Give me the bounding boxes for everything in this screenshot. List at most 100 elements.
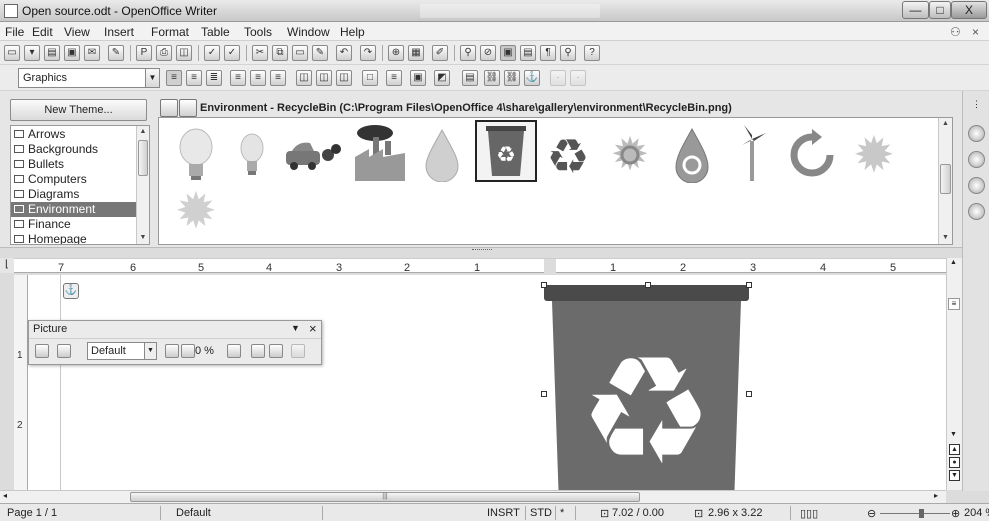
gallery-item-recycle-arrows[interactable]: ♻ <box>537 124 599 186</box>
close-button[interactable]: X <box>951 1 987 19</box>
navigator-dock-icon[interactable] <box>968 203 985 220</box>
next-page-icon[interactable]: ▼ <box>949 470 960 481</box>
align-center-icon[interactable]: ≡ <box>250 70 266 86</box>
gallery-dock-icon[interactable] <box>968 177 985 194</box>
gallery-item-car-exhaust[interactable] <box>281 124 343 186</box>
page-style[interactable]: Default <box>176 507 211 519</box>
vertical-ruler[interactable]: 1 2 <box>14 275 28 490</box>
app-icon[interactable] <box>4 4 18 18</box>
gallery-item-sun-gear[interactable]: ✹ <box>599 124 661 186</box>
templates-icon[interactable]: ▾ <box>24 45 40 61</box>
menu-window[interactable]: Window <box>287 25 330 39</box>
dock-menu-icon[interactable]: ⋮ <box>972 99 981 110</box>
transparency-icon[interactable] <box>181 344 195 358</box>
theme-item-backgrounds[interactable]: Backgrounds <box>14 142 134 157</box>
document-horizontal-scrollbar[interactable]: ◂ ||| ▸ <box>0 490 946 503</box>
borders-icon[interactable]: □ <box>362 70 378 86</box>
show-draw-functions-icon[interactable]: ✐ <box>432 45 448 61</box>
find-replace-icon[interactable]: ⚲ <box>460 45 476 61</box>
gallery-splitter[interactable] <box>472 249 492 250</box>
gallery-grid[interactable]: ♻ ♻ ✹ ✹ ✹ ▲ ▼ <box>158 117 953 245</box>
document-modified[interactable]: * <box>560 507 564 519</box>
to-background-icon[interactable]: · <box>570 70 586 86</box>
export-pdf-icon[interactable]: P <box>136 45 152 61</box>
anchor-marker-icon[interactable]: ⚓ <box>63 283 79 299</box>
color-icon[interactable] <box>165 344 179 358</box>
flip-vertical-icon[interactable] <box>251 344 265 358</box>
graphics-mode-combo[interactable]: Default ▼ <box>87 342 157 360</box>
print-icon[interactable]: ⎙ <box>156 45 172 61</box>
spin-button[interactable] <box>227 344 241 358</box>
theme-item-finance[interactable]: Finance <box>14 217 134 232</box>
scroll-left-icon[interactable]: ◂ <box>3 491 7 500</box>
minimize-button[interactable]: — <box>902 1 929 19</box>
zoom-in-icon[interactable]: ⊕ <box>951 507 960 520</box>
gallery-icon[interactable]: ▣ <box>500 45 516 61</box>
theme-item-environment[interactable]: Environment <box>11 202 138 217</box>
resize-handle[interactable] <box>541 282 547 288</box>
menu-tools[interactable]: Tools <box>244 25 272 39</box>
anchor-page-icon[interactable]: ◫ <box>296 70 312 86</box>
gallery-item-light-bulb[interactable] <box>165 124 227 186</box>
scroll-up-icon[interactable]: ▲ <box>939 118 952 130</box>
close-document-button[interactable]: × <box>972 25 979 39</box>
anchor-paragraph-icon[interactable]: ◫ <box>316 70 332 86</box>
save-icon[interactable]: ▣ <box>64 45 80 61</box>
recycle-bin-image[interactable]: ♻ <box>544 285 749 490</box>
horizontal-ruler[interactable]: 7 6 5 4 3 2 1 1 2 3 4 5 <box>14 258 960 274</box>
new-document-icon[interactable]: ▭ <box>4 45 20 61</box>
zoom-slider-knob[interactable] <box>919 509 924 518</box>
menu-insert[interactable]: Insert <box>104 25 134 39</box>
autospellcheck-icon[interactable]: ✓ <box>224 45 240 61</box>
link-frames-icon[interactable]: ⛓ <box>484 70 500 86</box>
previous-page-icon[interactable]: ▲ <box>949 444 960 455</box>
navigation-icon[interactable]: ● <box>949 457 960 468</box>
tab-stop-selector[interactable]: ⌊ <box>0 258 14 273</box>
wrap-off-icon[interactable]: ≡ <box>166 70 182 86</box>
insert-mode[interactable]: INSRT <box>487 507 520 519</box>
redo-icon[interactable]: ↷ <box>360 45 376 61</box>
theme-item-computers[interactable]: Computers <box>14 172 134 187</box>
graphics-mode-icon[interactable] <box>57 344 71 358</box>
table-icon[interactable]: ▦ <box>408 45 424 61</box>
scroll-thumb[interactable] <box>940 164 951 194</box>
clone-formatting-icon[interactable]: ✎ <box>312 45 328 61</box>
edit-file-icon[interactable]: ✎ <box>108 45 124 61</box>
line-style-icon[interactable]: ≡ <box>386 70 402 86</box>
transparency-value[interactable]: 0 % <box>195 345 214 357</box>
scroll-thumb[interactable] <box>138 140 148 176</box>
data-sources-icon[interactable]: ▤ <box>520 45 536 61</box>
anchor-char-icon[interactable]: ◫ <box>336 70 352 86</box>
gallery-item-recycle-bin[interactable]: ♻ <box>475 120 537 182</box>
view-layout-icon[interactable]: ▯▯▯ <box>800 507 818 520</box>
formatting-marks-icon[interactable]: ¶ <box>540 45 556 61</box>
gallery-item-factory[interactable] <box>349 122 411 184</box>
styles-icon[interactable] <box>968 151 985 168</box>
menu-help[interactable]: Help <box>340 25 365 39</box>
chevron-down-icon[interactable]: ▼ <box>144 343 156 359</box>
new-theme-button[interactable]: New Theme... <box>10 99 147 121</box>
gallery-scrollbar[interactable]: ▲ ▼ <box>938 118 952 244</box>
background-color-icon[interactable]: ◩ <box>434 70 450 86</box>
help-icon[interactable]: ? <box>584 45 600 61</box>
close-icon[interactable]: × <box>309 321 317 336</box>
scroll-down-icon[interactable]: ▼ <box>137 232 149 244</box>
scroll-right-icon[interactable]: ▸ <box>934 491 938 500</box>
align-right-icon[interactable]: ≡ <box>270 70 286 86</box>
navigator-icon[interactable]: ⊘ <box>480 45 496 61</box>
scroll-thumb[interactable]: ||| <box>130 492 640 502</box>
resize-handle[interactable] <box>645 282 651 288</box>
gallery-item-light-bulb-small[interactable] <box>221 124 283 186</box>
theme-item-homepage[interactable]: Homepage <box>14 232 134 244</box>
flip-horizontal-icon[interactable] <box>269 344 283 358</box>
icon-view-button[interactable] <box>160 99 178 117</box>
anchor-icon[interactable]: ⚓ <box>524 70 540 86</box>
document-canvas[interactable]: ⚓ ♻ <box>28 275 946 490</box>
document-icon[interactable]: ⚇ <box>950 25 961 39</box>
chevron-down-icon[interactable]: ▼ <box>145 69 159 87</box>
cut-icon[interactable]: ✂ <box>252 45 268 61</box>
detailed-view-button[interactable] <box>179 99 197 117</box>
gallery-item-sun-small[interactable]: ✹ <box>165 180 227 242</box>
undo-icon[interactable]: ↶ <box>336 45 352 61</box>
toolbar-menu-icon[interactable]: ▼ <box>291 323 300 333</box>
